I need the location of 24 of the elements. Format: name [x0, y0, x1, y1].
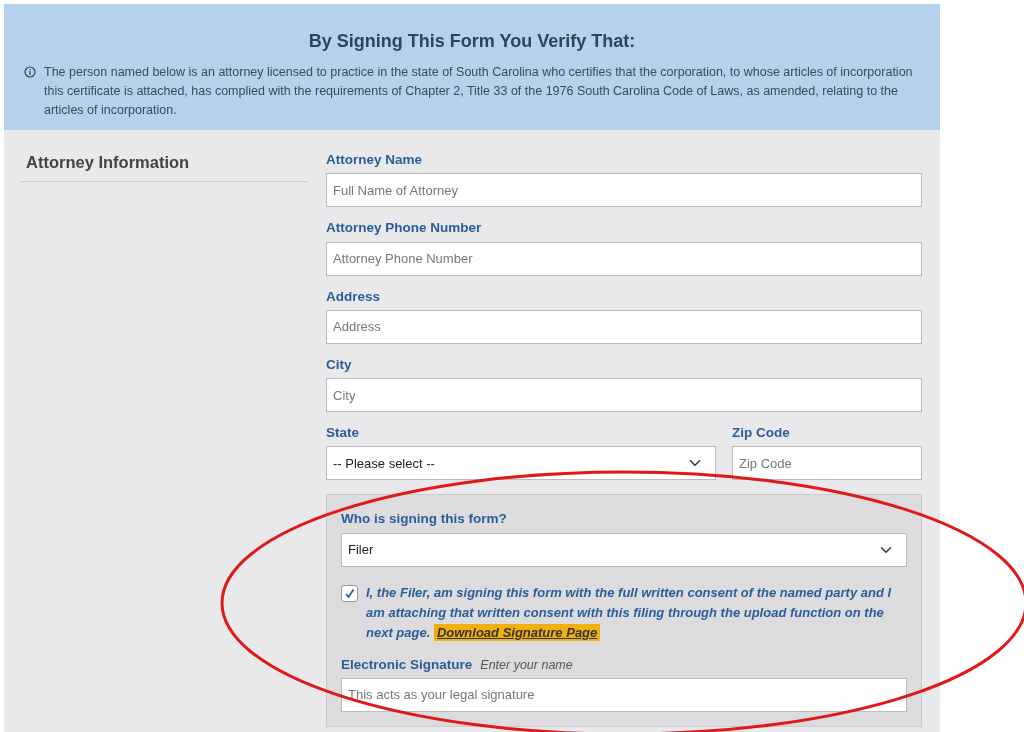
select-field[interactable]: -- Please select -- [326, 446, 716, 481]
signature-field[interactable]: This acts as your legal signature [341, 677, 907, 712]
consent-text: I, the Filer, am signing this form with the full written consent of the named party and I am attaching that written consent with this filing through the upload function on the next page. Download Signature Page [366, 583, 893, 643]
field-label: Attorney Name [326, 151, 424, 169]
banner-text: The person named below is an attorney licensed to practice in the state of South Carolina who certifies that the corporation, to whose articles of incorporation this certificate is attached, has complied with the requirements of Chapter 2, Title 33 of the 1976 South Carolina Code of Laws, as amended, relating to the articles of incorporation. [44, 64, 914, 119]
field-label: Address [326, 287, 382, 306]
field-label: Who is signing this form? [341, 510, 508, 529]
field-label: Electronic Signature [341, 655, 473, 674]
input-field[interactable]: Full Name of Attorney [326, 173, 922, 208]
checkbox[interactable] [341, 584, 358, 602]
input-field[interactable]: Attorney Phone Number [326, 241, 922, 276]
banner-title: By Signing This Form You Verify That: [307, 30, 637, 53]
field-label: Attorney Phone Number [326, 219, 483, 238]
input-field[interactable]: City [326, 378, 922, 412]
field-label: State [326, 424, 360, 442]
info-icon [24, 66, 36, 78]
section-title: Attorney Information [20, 150, 308, 182]
field-label: City [326, 355, 353, 374]
field-label: Zip Code [732, 424, 791, 442]
select-field[interactable]: Filer [341, 532, 907, 567]
input-field[interactable]: Address [326, 309, 922, 344]
hint-text: Enter your name [480, 656, 573, 674]
download-link[interactable]: Download Signature Page [433, 623, 601, 641]
input-field[interactable]: Zip Code [732, 446, 922, 481]
